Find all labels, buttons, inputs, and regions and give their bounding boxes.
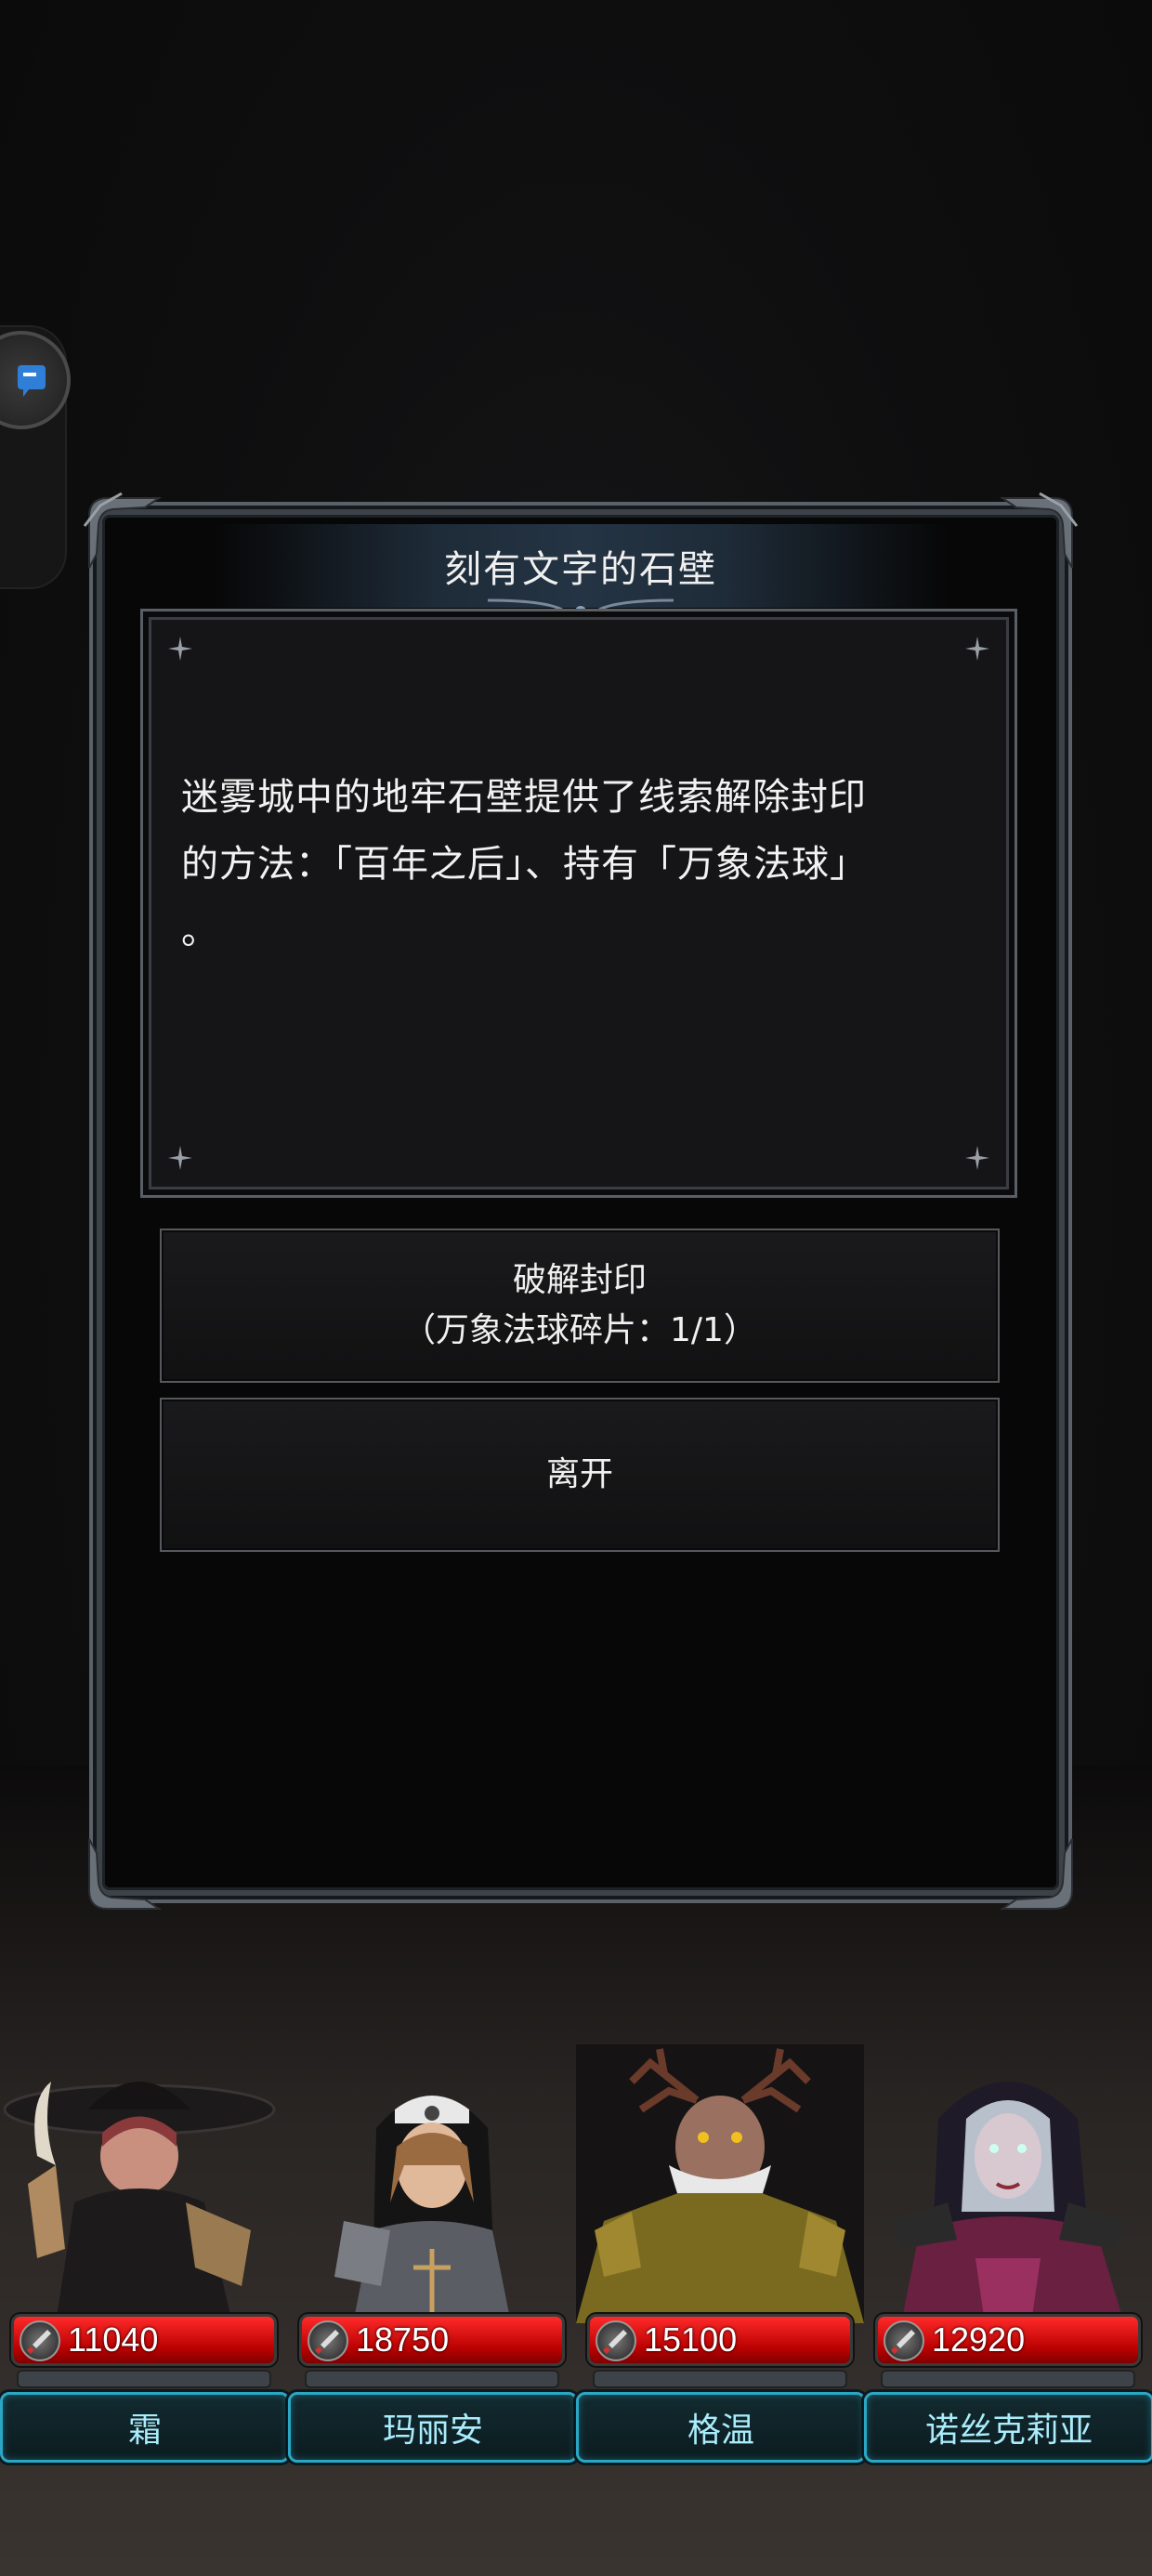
hooded-rogue-portrait	[0, 2044, 288, 2323]
dialog-title-bar: 刻有文字的石壁	[214, 524, 948, 617]
secondary-bar	[881, 2370, 1135, 2388]
sparkle-icon	[965, 637, 989, 661]
choice-label: 破解封印	[512, 1261, 647, 1299]
frame-corner-ornament	[998, 489, 1081, 572]
choice-sublabel: （万象法球碎片：1/1）	[402, 1311, 757, 1349]
description-text: 迷雾城中的地牢石壁提供了线索解除封印 的方法：「百年之后」、持有「万象法球」 。	[181, 764, 989, 965]
hp-value: 15100	[644, 2320, 738, 2359]
description-line: 。	[181, 910, 219, 953]
secondary-bar	[17, 2370, 271, 2388]
sword-icon	[20, 2320, 60, 2361]
break-seal-button[interactable]: 破解封印 （万象法球碎片：1/1）	[160, 1229, 1000, 1383]
chat-bubble-icon	[18, 365, 46, 397]
nun-warrior-portrait	[288, 2044, 576, 2323]
hp-value: 11040	[68, 2320, 159, 2359]
dialog-title: 刻有文字的石壁	[444, 548, 717, 591]
frame-corner-ornament	[80, 489, 164, 572]
antlered-druid-portrait	[576, 2044, 864, 2323]
description-panel: 迷雾城中的地牢石壁提供了线索解除封印 的方法：「百年之后」、持有「万象法球」 。	[149, 617, 1009, 1189]
hp-bar: 18750	[299, 2314, 565, 2366]
sword-icon	[884, 2320, 924, 2361]
name-plate[interactable]: 诺丝克莉亚	[864, 2392, 1152, 2463]
sparkle-icon	[168, 1146, 192, 1170]
frame-corner-ornament	[998, 1834, 1081, 1918]
party-member-1[interactable]: 11040 霜	[0, 2044, 290, 2463]
name-plate[interactable]: 玛丽安	[288, 2392, 578, 2463]
hp-value: 18750	[356, 2320, 450, 2359]
name-plate[interactable]: 霜	[0, 2392, 290, 2463]
sparkle-icon	[965, 1146, 989, 1170]
party-member-3[interactable]: 15100 格温	[576, 2044, 866, 2463]
name-plate[interactable]: 格温	[576, 2392, 866, 2463]
secondary-bar	[593, 2370, 847, 2388]
party-member-4[interactable]: 12920 诺丝克莉亚	[864, 2044, 1152, 2463]
hp-bar: 15100	[587, 2314, 853, 2366]
dark-sorceress-portrait	[864, 2044, 1152, 2323]
description-line: 迷雾城中的地牢石壁提供了线索解除封印	[181, 776, 867, 819]
hp-bar: 11040	[11, 2314, 277, 2366]
choice-label: 离开	[545, 1455, 613, 1493]
leave-button[interactable]: 离开	[160, 1398, 1000, 1552]
secondary-bar	[305, 2370, 559, 2388]
sparkle-icon	[168, 637, 192, 661]
party-member-2[interactable]: 18750 玛丽安	[288, 2044, 578, 2463]
description-line: 的方法：「百年之后」、持有「万象法球」	[181, 843, 868, 886]
hp-bar: 12920	[875, 2314, 1141, 2366]
event-dialog: 刻有文字的石壁 迷雾城中的地牢石壁提供了线索解除封印 的方法：「百年之后」、持有…	[83, 492, 1079, 1910]
sword-icon	[596, 2320, 636, 2361]
sword-icon	[308, 2320, 348, 2361]
hp-value: 12920	[932, 2320, 1026, 2359]
frame-corner-ornament	[80, 1834, 164, 1918]
